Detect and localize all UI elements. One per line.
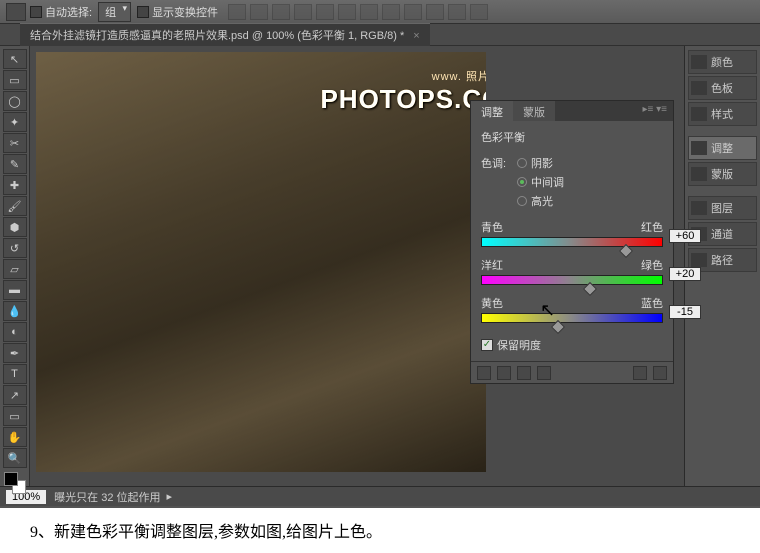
slider-magenta-green[interactable]: 洋红绿色 +20 [481, 257, 663, 285]
stamp-tool-icon[interactable]: ⬢ [3, 217, 27, 237]
tone-label: 色调: [481, 155, 517, 209]
delete-icon[interactable] [653, 366, 667, 380]
distribute-icon[interactable] [404, 4, 422, 20]
align-icon[interactable] [250, 4, 268, 20]
radio-icon [517, 196, 527, 206]
watermark: www. 照片处理网 PHOTOPS.COM [320, 68, 486, 115]
right-dock: 颜色 色板 样式 调整 蒙版 图层 通道 路径 [684, 46, 760, 486]
watermark-line1: www. 照片处理网 [320, 68, 486, 84]
dodge-tool-icon[interactable]: ◐ [3, 322, 27, 342]
path-tool-icon[interactable]: ↗ [3, 385, 27, 405]
show-transform-label: 显示变换控件 [152, 4, 218, 20]
show-transform-checkbox[interactable] [137, 6, 149, 18]
radio-highlights[interactable]: 高光 [517, 193, 564, 209]
slider-handle[interactable] [551, 320, 565, 334]
color-icon [691, 55, 707, 69]
heal-tool-icon[interactable]: ✚ [3, 175, 27, 195]
document-tab-bar: 结合外挂滤镜打造质感逼真的老照片效果.psd @ 100% (色彩平衡 1, R… [0, 24, 760, 46]
hand-tool-icon[interactable]: ✋ [3, 427, 27, 447]
document-tab[interactable]: 结合外挂滤镜打造质感逼真的老照片效果.psd @ 100% (色彩平衡 1, R… [20, 23, 430, 46]
fg-color-icon[interactable] [4, 472, 18, 486]
reset-icon[interactable] [633, 366, 647, 380]
slider-cyan-red[interactable]: 青色红色 +60 [481, 219, 663, 247]
step-caption: 9、新建色彩平衡调整图层,参数如图,给图片上色。 [30, 518, 382, 542]
crop-tool-icon[interactable]: ✂ [3, 133, 27, 153]
view-prev-icon[interactable] [537, 366, 551, 380]
document-image: www. 照片处理网 PHOTOPS.COM [36, 52, 486, 472]
watermark-line2: PHOTOPS.COM [320, 84, 486, 115]
slider-handle[interactable] [619, 244, 633, 258]
radio-icon [517, 158, 527, 168]
color-swatch[interactable] [4, 472, 26, 494]
panel-footer [471, 361, 673, 383]
eyedropper-tool-icon[interactable]: ✎ [3, 154, 27, 174]
radio-midtones[interactable]: 中间调 [517, 174, 564, 190]
shape-tool-icon[interactable]: ▭ [3, 406, 27, 426]
slider-yellow-blue[interactable]: 黄色蓝色 -15 [481, 295, 663, 323]
tool-preset-icon[interactable] [6, 3, 26, 21]
adjustments-panel: 调整 蒙版 ▸≡ ▾≡ 色彩平衡 色调: 阴影 中间调 高光 青色红色 +60 … [470, 100, 674, 384]
radio-shadows[interactable]: 阴影 [517, 155, 564, 171]
brush-tool-icon[interactable]: 🖌 [3, 196, 27, 216]
marquee-tool-icon[interactable]: ▭ [3, 70, 27, 90]
slider-handle[interactable] [583, 282, 597, 296]
auto-select-label: 自动选择: [45, 4, 92, 20]
options-bar: 自动选择: 组 显示变换控件 [0, 0, 760, 24]
lasso-tool-icon[interactable]: ◯ [3, 91, 27, 111]
auto-select-checkbox[interactable] [30, 6, 42, 18]
gradient-tool-icon[interactable]: ▬ [3, 280, 27, 300]
zoom-tool-icon[interactable]: 🔍 [3, 448, 27, 468]
tab-adjustments[interactable]: 调整 [471, 101, 513, 121]
align-icons [228, 4, 488, 20]
adjustment-title: 色彩平衡 [481, 129, 663, 145]
align-icon[interactable] [338, 4, 356, 20]
history-brush-tool-icon[interactable]: ↺ [3, 238, 27, 258]
visibility-icon[interactable] [497, 366, 511, 380]
panel-styles[interactable]: 样式 [688, 102, 757, 126]
move-tool-icon[interactable]: ↖ [3, 49, 27, 69]
align-icon[interactable] [294, 4, 312, 20]
return-icon[interactable] [477, 366, 491, 380]
distribute-icon[interactable] [448, 4, 466, 20]
type-tool-icon[interactable]: T [3, 364, 27, 384]
panel-layers[interactable]: 图层 [688, 196, 757, 220]
distribute-icon[interactable] [426, 4, 444, 20]
wand-tool-icon[interactable]: ✦ [3, 112, 27, 132]
close-icon[interactable]: × [413, 30, 419, 42]
adjust-icon [691, 141, 707, 155]
align-icon[interactable] [272, 4, 290, 20]
tools-panel: ↖ ▭ ◯ ✦ ✂ ✎ ✚ 🖌 ⬢ ↺ ▱ ▬ 💧 ◐ ✒ T ↗ ▭ ✋ 🔍 [0, 46, 30, 486]
styles-icon [691, 107, 707, 121]
slider-value[interactable]: -15 [669, 305, 701, 319]
layers-icon [691, 201, 707, 215]
preserve-luminosity-checkbox[interactable]: ✓ 保留明度 [481, 337, 663, 353]
distribute-icon[interactable] [470, 4, 488, 20]
tab-mask[interactable]: 蒙版 [513, 101, 555, 121]
panel-swatches[interactable]: 色板 [688, 76, 757, 100]
status-bar: 100% 曝光只在 32 位起作用 ▸ [0, 486, 760, 506]
align-icon[interactable] [316, 4, 334, 20]
auto-select-dropdown[interactable]: 组 [98, 2, 131, 22]
document-title: 结合外挂滤镜打造质感逼真的老照片效果.psd @ 100% (色彩平衡 1, R… [30, 30, 404, 42]
checkbox-icon: ✓ [481, 339, 493, 351]
distribute-icon[interactable] [382, 4, 400, 20]
radio-icon [517, 177, 527, 187]
paths-icon [691, 253, 707, 267]
eraser-tool-icon[interactable]: ▱ [3, 259, 27, 279]
status-text: 曝光只在 32 位起作用 [54, 489, 160, 505]
pen-tool-icon[interactable]: ✒ [3, 343, 27, 363]
slider-value[interactable]: +60 [669, 229, 701, 243]
panel-menu-icon[interactable]: ▸≡ ▾≡ [637, 101, 674, 121]
panel-mask[interactable]: 蒙版 [688, 162, 757, 186]
swatches-icon [691, 81, 707, 95]
panel-color[interactable]: 颜色 [688, 50, 757, 74]
chevron-right-icon[interactable]: ▸ [167, 490, 173, 503]
distribute-icon[interactable] [360, 4, 378, 20]
clip-icon[interactable] [517, 366, 531, 380]
blur-tool-icon[interactable]: 💧 [3, 301, 27, 321]
panel-adjustments[interactable]: 调整 [688, 136, 757, 160]
slider-value[interactable]: +20 [669, 267, 701, 281]
align-icon[interactable] [228, 4, 246, 20]
mask-icon [691, 167, 707, 181]
